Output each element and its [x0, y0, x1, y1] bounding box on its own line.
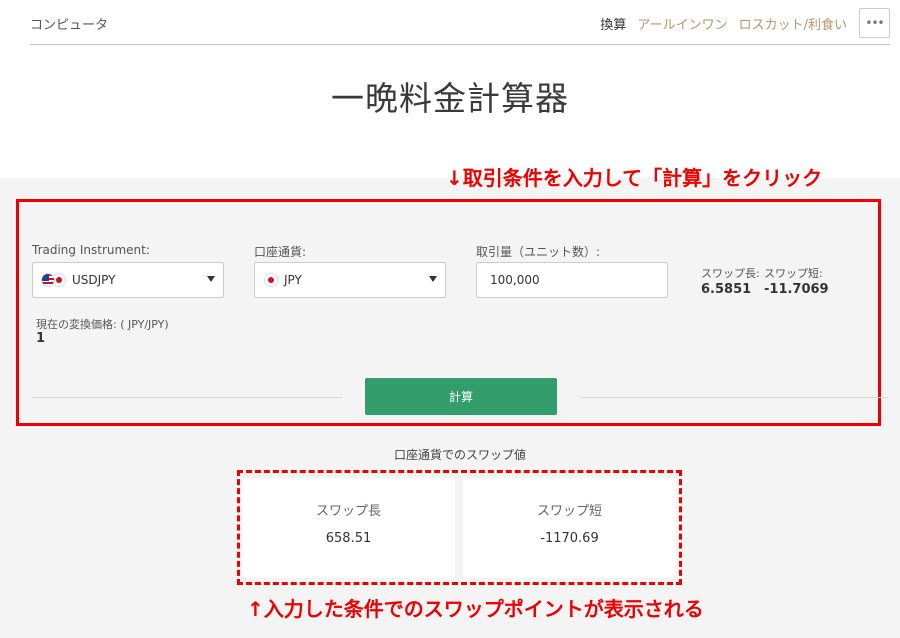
jp-flag-icon — [264, 273, 278, 287]
swap-short-label: スワップ短: — [764, 267, 823, 280]
account-currency-value: JPY — [284, 273, 302, 287]
instrument-label: Trading Instrument: — [32, 243, 150, 257]
calculate-button[interactable]: 計算 — [365, 378, 557, 415]
top-nav: 換算 アールインワン ロスカット/利食い ••• — [589, 8, 890, 38]
brand-label: コンピュータ — [30, 18, 109, 33]
nav-item-stop-loss[interactable]: ロスカット/利食い — [739, 14, 847, 33]
annotation-box-results — [237, 470, 682, 585]
conversion-rate-label: 現在の変換価格: ( JPY/JPY) — [36, 318, 169, 331]
more-menu-button[interactable]: ••• — [859, 8, 890, 38]
account-currency-label: 口座通貨: — [254, 245, 307, 259]
swap-long-value: 6.5851 — [701, 282, 752, 297]
chevron-down-icon — [429, 276, 437, 282]
swap-long-label: スワップ長: — [701, 267, 760, 280]
nav-item-all-in-one[interactable]: アールインワン — [637, 14, 727, 33]
annotation-top: ↓取引条件を入力して「計算」をクリック — [446, 166, 823, 190]
conversion-rate-value: 1 — [36, 331, 46, 346]
volume-input[interactable] — [476, 262, 668, 298]
us-flag-icon — [41, 273, 55, 287]
annotation-bottom: ↑入力した条件でのスワップポイントが表示される — [247, 597, 704, 621]
divider-left — [32, 397, 342, 398]
instrument-value: USDJPY — [72, 273, 116, 287]
more-dots-icon: ••• — [865, 16, 884, 30]
nav-item-convert[interactable]: 換算 — [600, 14, 626, 33]
instrument-select[interactable]: USDJPY — [32, 262, 224, 298]
chevron-down-icon — [207, 276, 215, 282]
results-title: 口座通貨でのスワップ値 — [393, 448, 526, 462]
account-currency-select[interactable]: JPY — [254, 262, 446, 298]
swap-short-value: -11.7069 — [764, 282, 829, 297]
top-bar: コンピュータ 換算 アールインワン ロスカット/利食い ••• — [30, 0, 890, 45]
divider-right — [580, 397, 888, 398]
page-title: 一晩料金計算器 — [331, 79, 569, 118]
volume-label: 取引量（ユニット数）: — [476, 245, 601, 259]
